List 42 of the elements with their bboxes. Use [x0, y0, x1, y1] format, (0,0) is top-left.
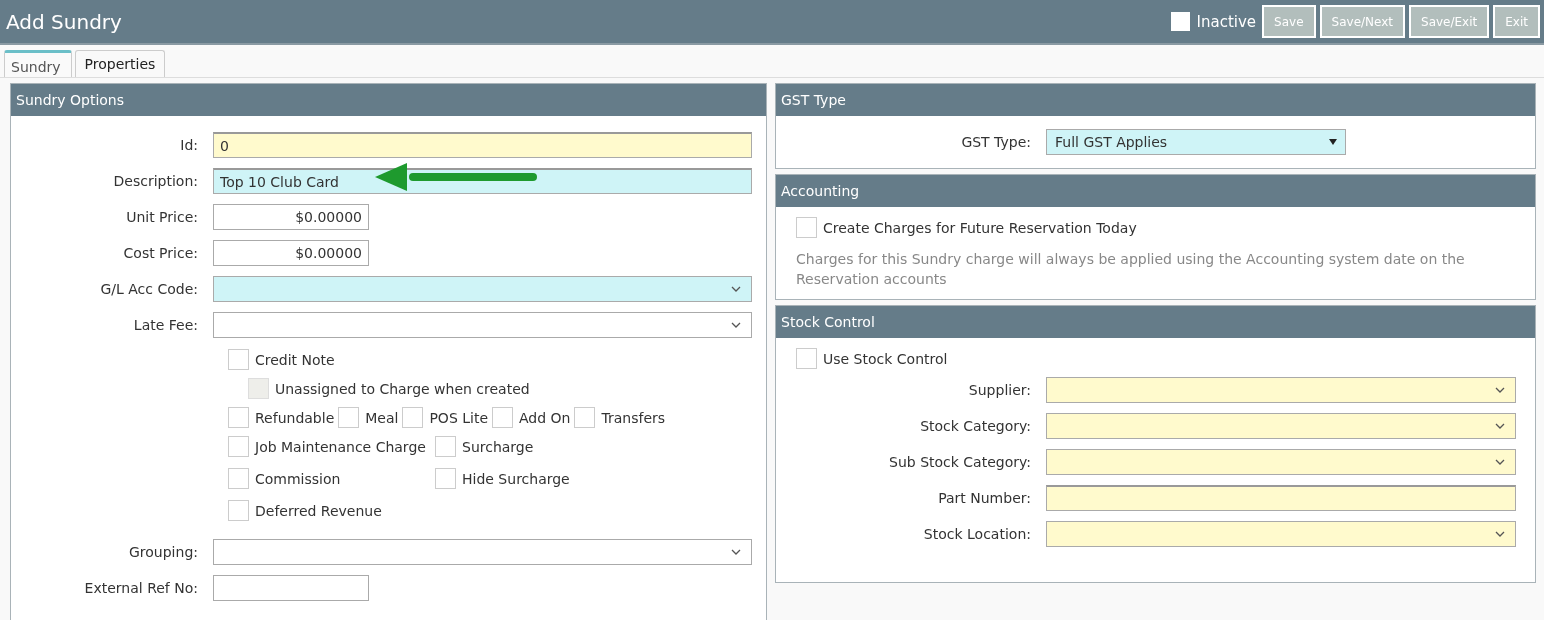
field-label: Description: [112, 173, 199, 189]
field-label: Stock Location: [922, 526, 1032, 542]
field-label: G/L Acc Code: [99, 281, 199, 297]
checkbox-label: Create Charges for Future Reservation Today [823, 219, 1137, 236]
input-field[interactable]: Top 10 Club Card [213, 168, 752, 194]
checkbox-label: Use Stock Control [823, 350, 948, 367]
field-label: Cost Price: [122, 245, 199, 261]
input-field[interactable]: 0 [213, 132, 752, 158]
checkbox-label: Commission [255, 470, 341, 487]
field-label: Id: [179, 137, 199, 153]
tab[interactable]: Properties [74, 50, 166, 77]
page-title: Add Sundry [6, 9, 122, 34]
checkbox-label: Hide Surcharge [462, 470, 570, 487]
panel-title: Stock Control [781, 314, 875, 330]
field-label: External Ref No: [83, 580, 199, 596]
field-label: Stock Category: [919, 418, 1032, 434]
checkbox-label: Surcharge [462, 438, 534, 455]
checkbox-label: Credit Note [255, 351, 335, 368]
checkbox-label: Refundable [255, 409, 335, 426]
checkbox-label: Job Maintenance Charge [255, 438, 426, 455]
panel-title: Sundry Options [16, 92, 125, 108]
select-field[interactable]: Full GST Applies [1046, 129, 1346, 155]
input-field[interactable]: $0.00000 [213, 204, 369, 230]
checkbox-label: Unassigned to Charge when created [275, 380, 530, 397]
checkbox-label: Inactive [1196, 12, 1257, 31]
checkbox-label: Deferred Revenue [255, 502, 382, 519]
checkbox-label: Meal [365, 409, 399, 426]
field-label: Sub Stock Category: [888, 454, 1032, 470]
checkbox-label: Transfers [601, 409, 666, 426]
help-text: Charges for this Sundry charge will always be applied using the Accounting system date on the Reservation accounts [796, 250, 1466, 289]
checkbox-label: Add On [519, 409, 571, 426]
panel-title: Accounting [781, 183, 860, 199]
input-field[interactable]: $0.00000 [213, 240, 369, 266]
field-label: GST Type: [960, 134, 1032, 150]
field-label: Part Number: [937, 490, 1032, 506]
field-label: Late Fee: [132, 317, 199, 333]
panel-title: GST Type [781, 92, 846, 108]
tab[interactable]: Sundry [4, 50, 72, 77]
checkbox-label: POS Lite [429, 409, 488, 426]
field-label: Unit Price: [125, 209, 199, 225]
field-label: Supplier: [967, 382, 1032, 398]
field-label: Grouping: [128, 544, 199, 560]
